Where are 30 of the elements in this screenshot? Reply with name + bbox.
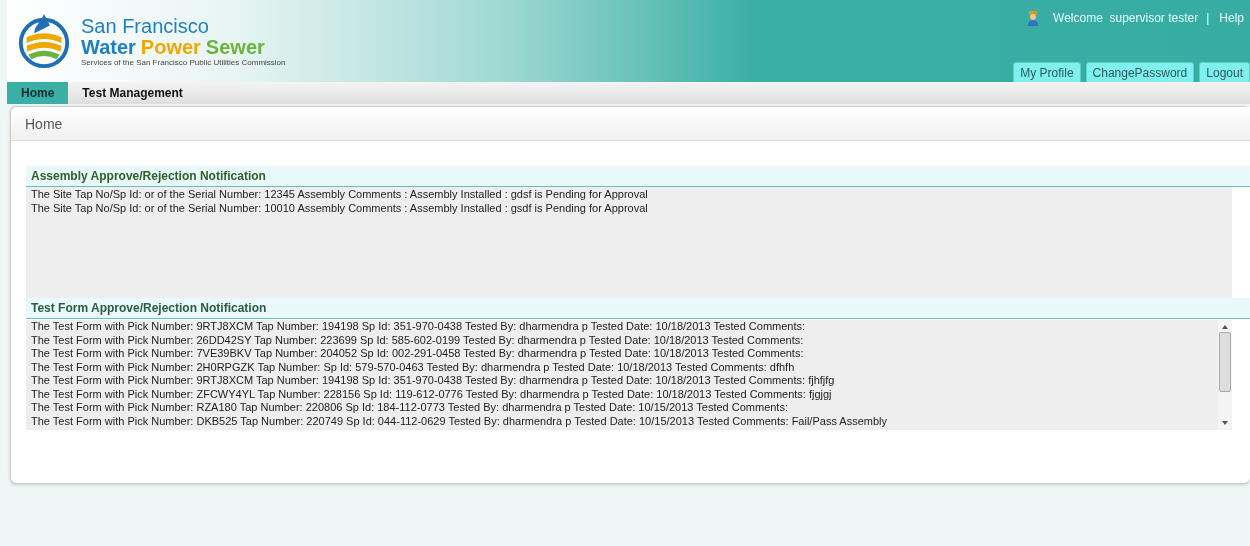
separator-text: | (1206, 11, 1210, 25)
section-title: Assembly Approve/Rejection Notification (31, 169, 266, 183)
scrollbar[interactable] (1218, 320, 1232, 430)
notification-line: The Test Form with Pick Number: 2H0RPGZK Tap Number: Sp Id: 579-570-0463 Tested By: dharmendra p Tested Date: 10/18/2013 Tested Comments: dfhfh (31, 360, 796, 374)
notification-line: The Test Form with Pick Number: 26DD42SY Tap Number: 223699 Sp Id: 585-602-0199 Tested By: dharmendra p Tested Date: 10/18/2013 Tested Comments: (31, 333, 805, 347)
notification-line: The Test Form with Pick Number: 9RTJ8XCM Tap Number: 194198 Sp Id: 351-970-0438 Tested By: dharmendra p Tested Date: 10/18/2013 Tested Comments: fjhfjfg (31, 374, 836, 388)
notification-line: The Test Form with Pick Number: DKB525 Tap Number: 220749 Sp Id: 044-112-0629 Tested By: dharmendra p Tested Date: 10/15/2013 Tested Comments: Fail/Pass Assembly (31, 414, 887, 428)
logo-word: Sewer (205, 35, 265, 58)
scrollbar-thumb[interactable] (1219, 332, 1231, 392)
notification-line: The Test Form with Pick Number: RZA180 Tap Number: 220806 Sp Id: 184-112-0773 Tested By: dharmendra p Tested Date: 10/15/2013 Tested Comments: (31, 401, 789, 415)
logo-word: Power (140, 35, 201, 58)
user-tab[interactable]: My Profile (1013, 62, 1081, 82)
notification-line: The Test Form with Pick Number: 7VE39BKV Tap Number: 204052 Sp Id: 002-291-0458 Tested By: dharmendra p Tested Date: 10/18/2013 Tested Comments: (31, 347, 805, 361)
section-title: Test Form Approve/Rejection Notification (31, 301, 267, 315)
notification-line: The Test Form with Pick Number: ZFCWY4YL Tap Number: 228156 Sp Id: 119-612-0776 Tested By: dharmendra p Tested Date: 10/18/2013 Tested Comments: fjgjgj (31, 387, 833, 401)
notification-line: The Site Tap No/Sp Id: or of the Serial Number: 10010 Assembly Comments : Assembly Installed : gsdf is Pending for Approval (31, 201, 648, 215)
logo-word: Water (81, 35, 136, 58)
scroll-down-icon[interactable] (1221, 420, 1229, 426)
notification-line: The Site Tap No/Sp Id: or of the Serial Number: 12345 Assembly Comments : Assembly Installed : gdsf is Pending for Approval (31, 188, 648, 202)
user-tab[interactable]: Logout (1199, 62, 1250, 82)
scroll-up-icon[interactable] (1221, 324, 1229, 330)
breadcrumb-text: Home (25, 115, 63, 132)
user-tab[interactable]: ChangePassword (1085, 62, 1195, 82)
notification-line: The Test Form with Pick Number: 9RTJ8XCM Tap Number: 194198 Sp Id: 351-970-0438 Tested By: dharmendra p Tested Date: 10/18/2013 Tested Comments: (31, 320, 807, 334)
welcome-text: Welcome supervisor tester (1053, 11, 1199, 25)
user-icon (1027, 10, 1039, 26)
nav-tab[interactable]: Home (7, 82, 69, 104)
logo-tagline: Services of the San Francisco Public Utilities Commission (81, 57, 286, 67)
logo-title: San Francisco (81, 15, 210, 36)
nav-tab[interactable]: Test Management (68, 82, 197, 104)
